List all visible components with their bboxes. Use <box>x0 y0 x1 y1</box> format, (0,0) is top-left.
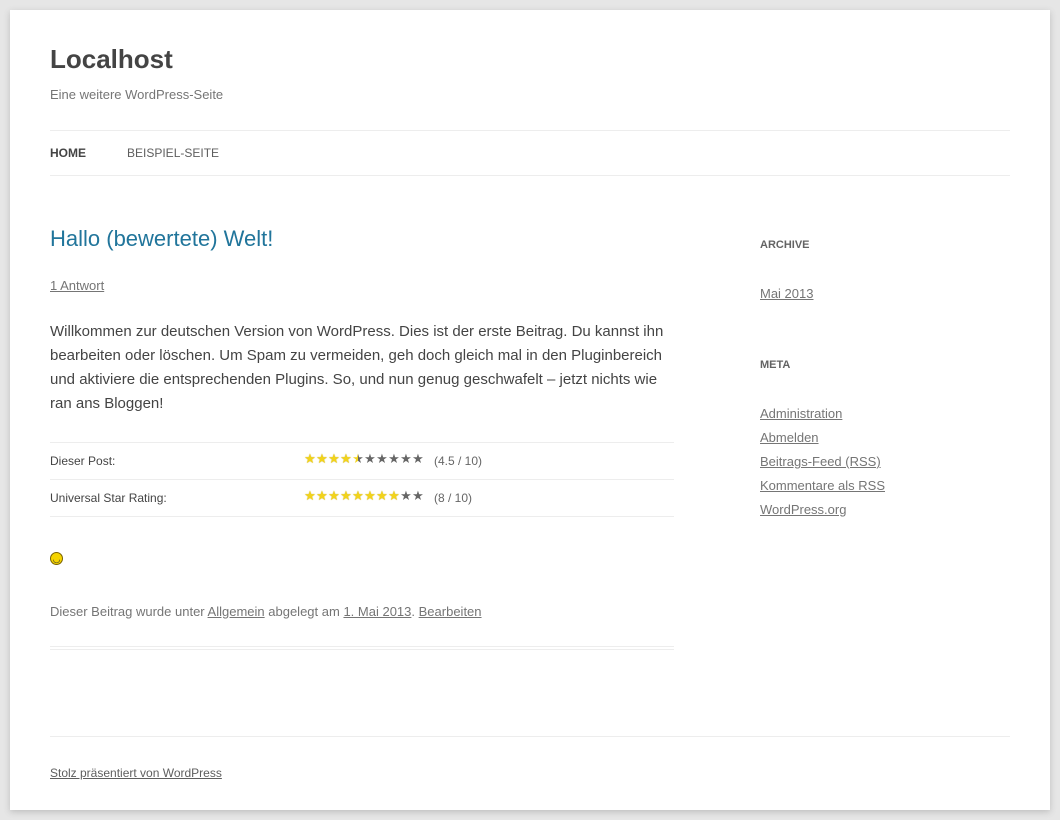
star-icon: ★ <box>400 452 412 467</box>
rating-row-universal: Universal Star Rating: ★ ★ ★ ★ ★ ★ ★ ★ ★ ★ (8 / 1… <box>50 480 674 517</box>
star-icon: ★ <box>316 452 328 467</box>
star-icon: ★ <box>352 489 364 504</box>
star-icon: ★ <box>304 489 316 504</box>
rating-label: Dieser Post: <box>50 454 116 468</box>
rating-label: Universal Star Rating: <box>50 491 167 505</box>
widget-title-archive: Archive <box>760 239 810 251</box>
star-icon: ★ <box>376 489 388 504</box>
footer-divider <box>50 736 1010 737</box>
star-icon: ★ <box>364 452 376 467</box>
star-icon: ★ <box>412 489 424 504</box>
meta-dot: . <box>411 604 416 619</box>
meta-link-abmelden[interactable]: Abmelden <box>760 430 819 445</box>
edit-link[interactable]: Bearbeiten <box>419 604 482 619</box>
post-separator <box>50 646 674 650</box>
smiley-icon: ◡ <box>50 552 63 565</box>
star-icon: ★ <box>304 452 316 467</box>
meta-link-posts-feed[interactable]: Beitrags-Feed (RSS) <box>760 454 881 469</box>
post-body: Willkommen zur deutschen Version von Wor… <box>50 323 664 412</box>
nav-item-home[interactable]: Home <box>50 145 86 161</box>
meta-link-administration[interactable]: Administration <box>760 406 842 421</box>
meta-link-comments-feed[interactable]: Kommentare als RSS <box>760 478 885 493</box>
star-icon: ★ <box>376 452 388 467</box>
rating-table: Dieser Post: ★ ★ ★ ★ ★ ★ ★ ★ ★ ★ (4.5 / 10) Unive… <box>50 442 674 517</box>
star-icon: ★ <box>352 452 364 467</box>
rating-value: (4.5 / 10) <box>434 454 483 468</box>
nav-item-beispiel-seite[interactable]: Beispiel-Seite <box>127 145 219 161</box>
comments-link[interactable]: 1 Antwort <box>50 278 104 293</box>
star-rating: ★ ★ ★ ★ ★ ★ ★ ★ ★ ★ <box>304 490 424 504</box>
category-link[interactable]: Allgemein <box>208 604 265 619</box>
site-title[interactable]: Localhost <box>50 42 173 76</box>
site-description: Eine weitere WordPress-Seite <box>50 87 224 102</box>
meta-link-wordpress-org[interactable]: WordPress.org <box>760 502 846 517</box>
star-icon: ★ <box>328 452 340 467</box>
meta-middle: abgelegt am <box>268 604 340 619</box>
star-icon: ★ <box>388 489 400 504</box>
page: Localhost Eine weitere WordPress-Seite H… <box>10 10 1050 810</box>
star-icon: ★ <box>388 452 400 467</box>
star-icon: ★ <box>412 452 424 467</box>
star-icon: ★ <box>316 489 328 504</box>
star-icon: ★ <box>340 452 352 467</box>
rating-row-post: Dieser Post: ★ ★ ★ ★ ★ ★ ★ ★ ★ ★ (4.5 / 10) <box>50 443 674 480</box>
star-icon: ★ <box>328 489 340 504</box>
post-title[interactable]: Hallo (bewertete) Welt! <box>50 224 273 254</box>
star-icon: ★ <box>364 489 376 504</box>
star-icon: ★ <box>340 489 352 504</box>
main-navigation: Home Beispiel-Seite <box>50 130 1010 176</box>
rating-value: (8 / 10) <box>434 491 473 505</box>
footer-credit-link[interactable]: Stolz präsentiert von WordPress <box>50 766 222 780</box>
star-icon: ★ <box>400 489 412 504</box>
meta-prefix: Dieser Beitrag wurde unter <box>50 604 205 619</box>
post-meta: Dieser Beitrag wurde unter Allgemein abg… <box>50 603 482 621</box>
star-rating: ★ ★ ★ ★ ★ ★ ★ ★ ★ ★ <box>304 453 424 467</box>
widget-title-meta: Meta <box>760 359 791 371</box>
date-link[interactable]: 1. Mai 2013 <box>343 604 411 619</box>
archive-link[interactable]: Mai 2013 <box>760 286 813 301</box>
